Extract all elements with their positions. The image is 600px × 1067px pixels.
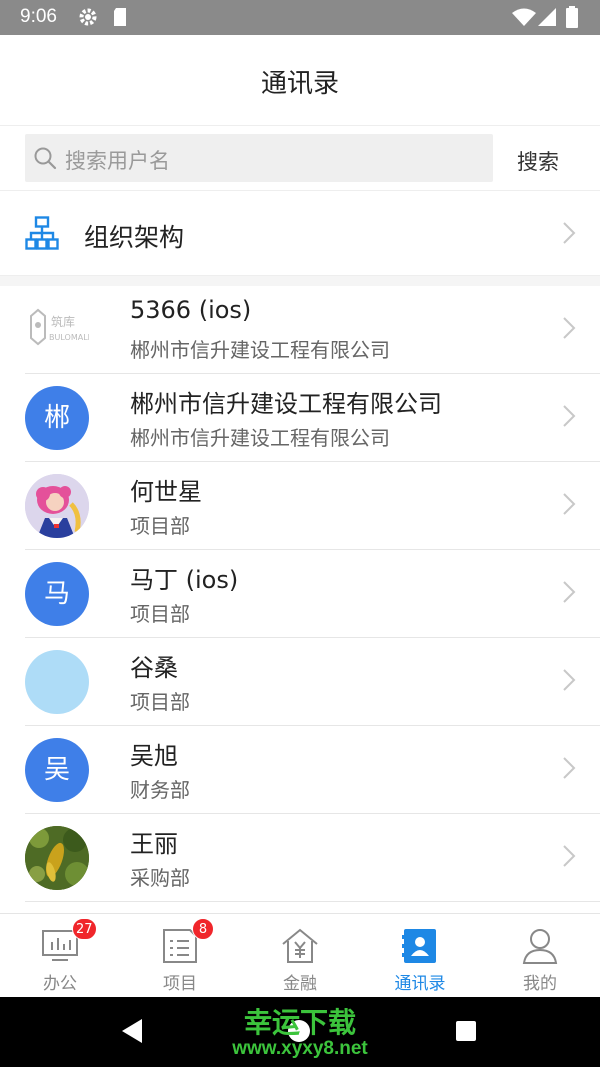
contact-name: 5366 (ios) (130, 296, 252, 324)
svg-text:筑库: 筑库 (51, 314, 75, 329)
contact-company: 郴州市信升建设工程有限公司 (130, 426, 390, 450)
contact-row[interactable]: 郴 郴州市信升建设工程有限公司 郴州市信升建设工程有限公司 (0, 374, 600, 462)
contact-name: 何世星 (130, 478, 202, 506)
header-bar: 通讯录 (0, 35, 600, 126)
signal-icon (538, 8, 556, 30)
section-divider (0, 276, 600, 286)
contact-name: 谷桑 (130, 654, 178, 682)
contacts-book-icon (400, 926, 440, 970)
tab-me[interactable]: 我的 (480, 914, 600, 998)
search-bar: 搜索用户名 搜索 (0, 126, 600, 191)
org-structure-row[interactable]: 组织架构 (0, 191, 600, 276)
tab-label: 金融 (283, 974, 317, 994)
status-time: 9:06 (20, 6, 57, 27)
chevron-right-icon (562, 668, 576, 696)
tab-label: 通讯录 (394, 974, 446, 994)
contact-row[interactable]: 筑库 BULOMALL 5366 (ios) 郴州市信升建设工程有限公司 (0, 286, 600, 374)
battery-icon (566, 6, 578, 32)
watermark-title: 幸运下载 (243, 1006, 356, 1039)
contact-company: 采购部 (130, 866, 190, 890)
tab-contacts[interactable]: 通讯录 (360, 914, 480, 998)
finance-house-icon (280, 926, 320, 970)
gear-icon (78, 7, 98, 31)
status-bar: 9:06 (0, 0, 600, 35)
contact-row[interactable]: 马 马丁 (ios) 项目部 (0, 550, 600, 638)
contact-name: 王丽 (130, 830, 178, 858)
contact-row[interactable]: 王丽 采购部 (0, 814, 600, 902)
contact-row[interactable]: 何世星 项目部 (0, 462, 600, 550)
avatar-logo: 筑库 BULOMALL (25, 298, 89, 362)
page-title: 通讯录 (260, 69, 339, 99)
chevron-right-icon (562, 316, 576, 344)
tab-finance[interactable]: 金融 (240, 914, 360, 998)
contact-name: 吴旭 (130, 742, 178, 770)
avatar-photo (25, 474, 89, 538)
avatar-photo (25, 826, 89, 890)
chevron-right-icon (562, 756, 576, 784)
contact-row[interactable]: 吴 吴旭 财务部 (0, 726, 600, 814)
contact-company: 郴州市信升建设工程有限公司 (130, 338, 390, 362)
avatar-initial: 郴 (25, 386, 89, 450)
tab-office[interactable]: 27 办公 (0, 914, 120, 998)
chevron-right-icon (562, 221, 576, 249)
bottom-tab-bar: 27 办公 8 项目 金融 通讯录 我的 (0, 913, 600, 998)
search-icon (33, 146, 57, 174)
org-structure-label: 组织架构 (84, 223, 185, 252)
contact-row[interactable]: 谷桑 项目部 (0, 638, 600, 726)
watermark-url: www.xyxy8.net (232, 1038, 368, 1059)
contact-company: 财务部 (130, 778, 190, 802)
avatar-initial: 吴 (25, 738, 89, 802)
svg-text:BULOMALL: BULOMALL (49, 333, 89, 342)
org-chart-icon (25, 216, 59, 254)
contact-company: 项目部 (130, 602, 190, 626)
chevron-right-icon (562, 404, 576, 432)
tab-project[interactable]: 8 项目 (120, 914, 240, 998)
chevron-right-icon (562, 580, 576, 608)
contact-company: 项目部 (130, 690, 190, 714)
row-divider (25, 901, 600, 902)
badge-count: 27 (72, 918, 97, 940)
sd-card-icon (112, 7, 128, 31)
search-button[interactable]: 搜索 (517, 146, 559, 176)
contact-name: 郴州市信升建设工程有限公司 (130, 390, 442, 418)
tab-label: 我的 (523, 974, 557, 994)
wifi-icon (512, 8, 536, 30)
contact-name: 马丁 (ios) (130, 566, 239, 594)
chevron-right-icon (562, 492, 576, 520)
contact-company: 项目部 (130, 514, 190, 538)
avatar-initial: 马 (25, 562, 89, 626)
tab-label: 项目 (163, 974, 197, 994)
tab-label: 办公 (43, 974, 77, 994)
avatar-blank (25, 650, 89, 714)
search-placeholder: 搜索用户名 (65, 149, 170, 173)
chevron-right-icon (562, 844, 576, 872)
person-icon (520, 926, 560, 970)
search-input[interactable]: 搜索用户名 (25, 134, 493, 182)
badge-count: 8 (192, 918, 214, 940)
